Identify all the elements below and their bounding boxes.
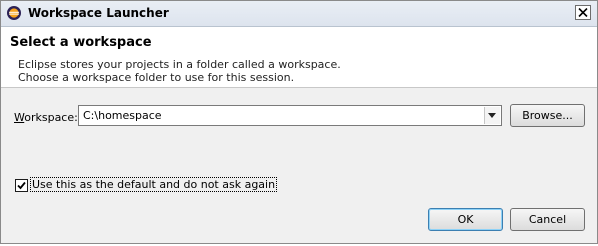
window-title: Workspace Launcher [28,6,169,20]
workspace-combo[interactable]: C:\homespace [78,105,502,126]
default-checkbox[interactable] [15,179,28,192]
eclipse-icon [6,5,22,21]
close-icon [578,8,588,17]
chevron-down-icon [488,113,496,118]
header-panel: Select a workspace Eclipse stores your p… [1,27,597,88]
browse-button[interactable]: Browse... [510,104,585,127]
header-description: Eclipse stores your projects in a folder… [18,58,341,84]
workspace-launcher-dialog: Workspace Launcher Select a workspace Ec… [0,0,598,244]
default-checkbox-label[interactable]: Use this as the default and do not ask a… [29,177,278,192]
workspace-input[interactable]: C:\homespace [83,109,162,122]
ok-button[interactable]: OK [428,208,503,231]
workspace-label-rest: orkspace: [24,111,78,124]
page-title: Select a workspace [10,35,152,50]
workspace-label: Workspace: [14,111,78,124]
description-line-1: Eclipse stores your projects in a folder… [18,58,341,71]
title-bar[interactable]: Workspace Launcher [1,1,597,27]
cancel-button[interactable]: Cancel [510,208,585,231]
close-button[interactable] [575,5,591,20]
workspace-label-mnemonic: W [14,111,25,124]
checkmark-icon [17,181,26,190]
workspace-dropdown-button[interactable] [484,107,500,124]
description-line-2: Choose a workspace folder to use for thi… [18,71,295,84]
